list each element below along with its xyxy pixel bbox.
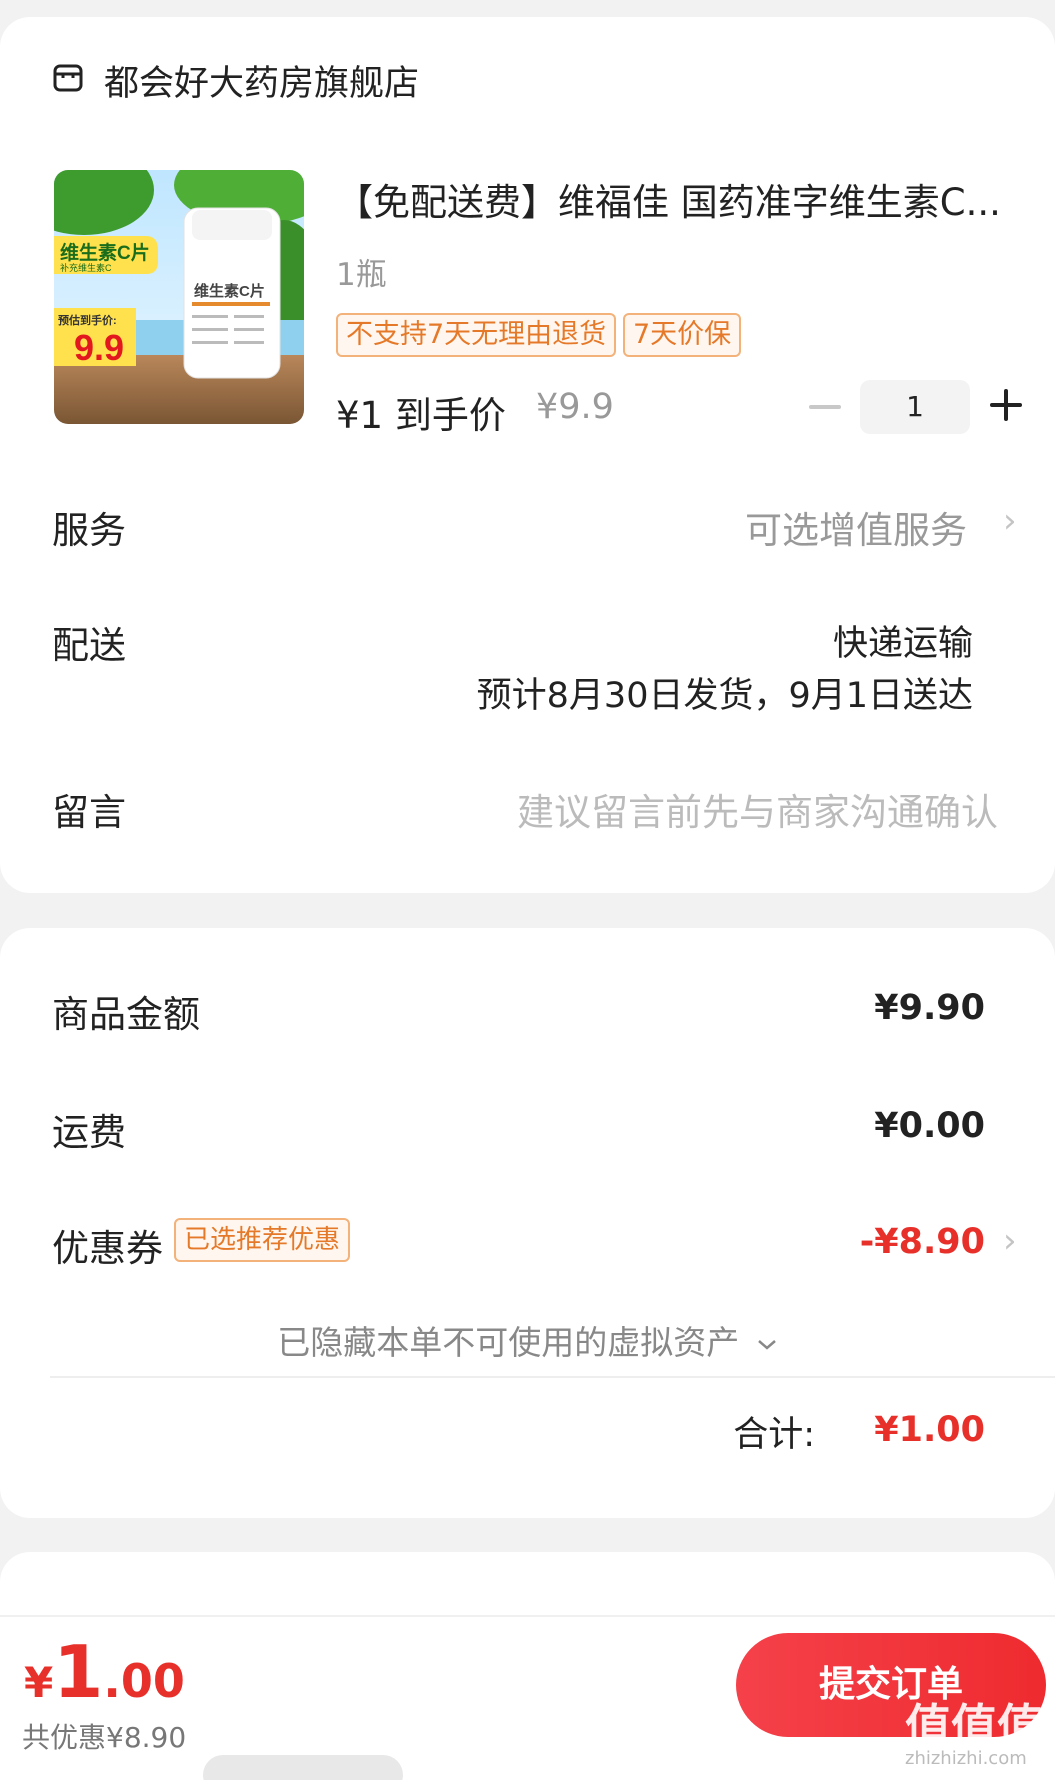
service-label: 服务 xyxy=(52,509,126,552)
total-label: 合计: xyxy=(733,1415,815,1455)
shipping-label: 运费 xyxy=(52,1111,126,1154)
final-price: ¥1 到手价 xyxy=(336,394,506,437)
product-image[interactable]: 维生素C片 维生素C片 补充维生素C 预估到手价: 9.9 xyxy=(54,170,304,424)
coupon-value[interactable]: -¥8.90 xyxy=(860,1222,985,1262)
product-spec[interactable]: 1瓶 xyxy=(336,249,387,294)
chevron-right-icon[interactable]: › xyxy=(1003,501,1017,541)
plus-icon[interactable] xyxy=(988,387,1024,423)
service-value[interactable]: 可选增值服务 xyxy=(745,500,967,554)
pay-price: ¥1.00 xyxy=(24,1630,185,1714)
coupon-label: 优惠券 xyxy=(52,1227,163,1270)
chevron-right-icon[interactable]: › xyxy=(1003,1221,1017,1261)
minus-icon[interactable] xyxy=(805,387,845,427)
badge-title: 维生素C片 xyxy=(60,241,150,264)
no-return-tag: 不支持7天无理由退货 xyxy=(336,313,617,357)
price-protect-tag: 7天价保 xyxy=(623,313,742,357)
store-name[interactable]: 都会好大药房旗舰店 xyxy=(104,55,419,106)
total-value: ¥1.00 xyxy=(874,1410,985,1450)
goods-amount-value: ¥9.90 xyxy=(874,988,985,1028)
home-indicator xyxy=(203,1755,403,1780)
chevron-down-icon xyxy=(757,1339,776,1350)
original-price: ¥9.9 xyxy=(536,387,614,427)
goods-amount-label: 商品金额 xyxy=(52,993,200,1036)
watermark-logo: 值值值 xyxy=(905,1699,1043,1753)
product-title[interactable]: 【免配送费】维福佳 国药准字维生素C... xyxy=(336,172,1026,226)
store-icon xyxy=(53,64,83,92)
hidden-assets-text: 已隐藏本单不可使用的虚拟资产 xyxy=(277,1323,740,1362)
product-image-art: 维生素C片 维生素C片 补充维生素C 预估到手价: 9.9 xyxy=(54,170,304,424)
delivery-label: 配送 xyxy=(52,624,126,667)
note-label: 留言 xyxy=(52,791,126,834)
estimate-price: 9.9 xyxy=(74,327,124,368)
pay-currency: ¥ xyxy=(24,1658,54,1707)
shipping-value: ¥0.00 xyxy=(874,1106,985,1146)
pay-price-int: 1 xyxy=(53,1630,104,1714)
hidden-assets-toggle[interactable]: 已隐藏本单不可使用的虚拟资产 xyxy=(0,1316,1055,1364)
pay-price-dec: .00 xyxy=(103,1654,185,1708)
watermark-domain: zhizhizhi.com xyxy=(905,1748,1027,1769)
quantity-value[interactable]: 1 xyxy=(860,380,970,434)
total-saved: 共优惠¥8.90 xyxy=(22,1721,187,1754)
bottom-bar-divider xyxy=(0,1615,1055,1617)
coupon-tag: 已选推荐优惠 xyxy=(174,1218,351,1262)
note-input[interactable]: 建议留言前先与商家沟通确认 xyxy=(517,782,998,836)
estimate-label: 预估到手价: xyxy=(58,313,117,327)
bottle-label: 维生素C片 xyxy=(194,282,265,300)
order-item-card: 都会好大药房旗舰店 维生素C片 维生素C片 补充维生素C 预估到手价: 9.9 … xyxy=(0,17,1055,893)
divider xyxy=(50,1376,1055,1378)
delivery-method: 快递运输 xyxy=(832,624,973,664)
delivery-eta: 预计8月30日发货，9月1日送达 xyxy=(476,676,973,716)
badge-sub: 补充维生素C xyxy=(60,262,112,273)
price-summary-card: 商品金额 ¥9.90 运费 ¥0.00 优惠券 已选推荐优惠 -¥8.90 › … xyxy=(0,928,1055,1518)
